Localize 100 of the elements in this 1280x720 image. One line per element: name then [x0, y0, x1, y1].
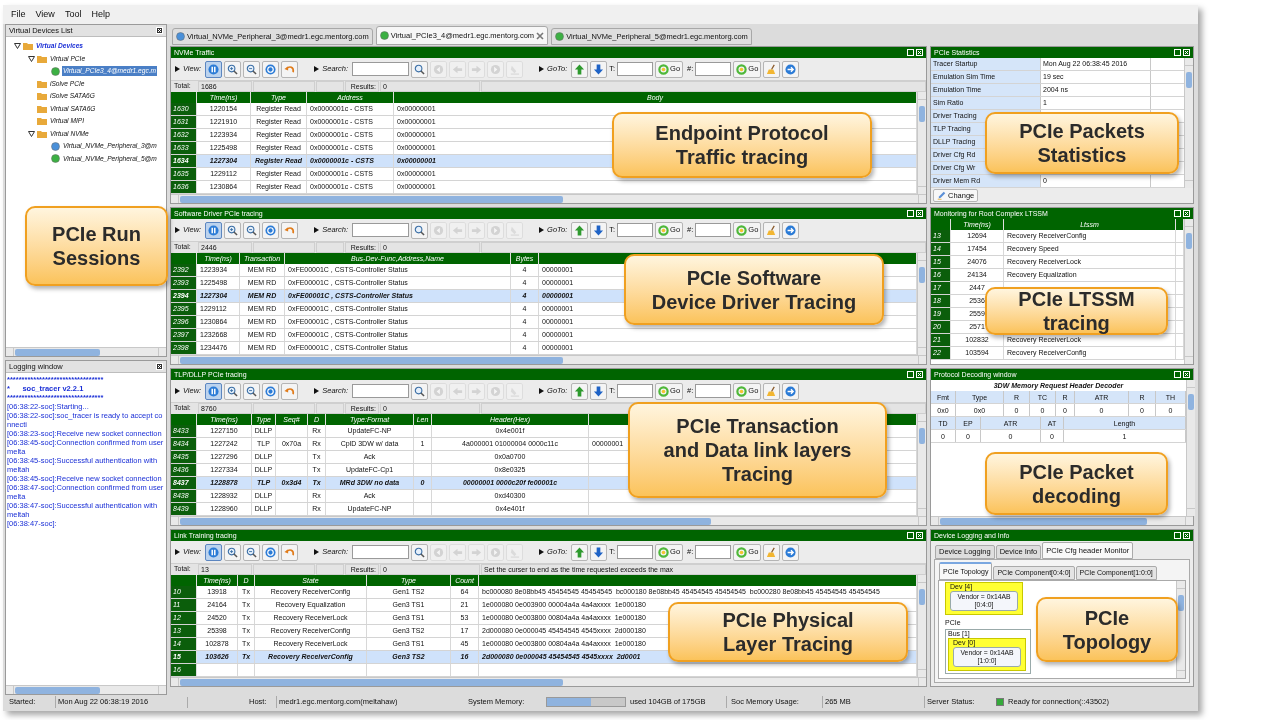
horizontal-scrollbar[interactable]	[171, 677, 926, 686]
menu-item[interactable]: Help	[91, 7, 110, 22]
down-button[interactable]	[590, 382, 608, 400]
vertical-scrollbar[interactable]	[1186, 380, 1195, 516]
number-field[interactable]	[695, 223, 732, 237]
refresh-button[interactable]	[262, 543, 280, 561]
search-field[interactable]	[352, 223, 410, 237]
vertical-scrollbar[interactable]	[917, 414, 926, 516]
menu-item[interactable]: View	[35, 7, 55, 22]
clear-button[interactable]	[763, 382, 781, 400]
arrow-up-icon	[574, 63, 586, 75]
search-field[interactable]	[352, 62, 410, 76]
down-button[interactable]	[590, 543, 608, 561]
search-button[interactable]	[411, 221, 429, 239]
zoom-in-button[interactable]	[224, 221, 242, 239]
go-icon	[736, 546, 748, 558]
zoom-out-button[interactable]	[243, 382, 261, 400]
search-field[interactable]	[352, 545, 410, 559]
vertical-scrollbar[interactable]	[917, 575, 926, 677]
clear-button[interactable]	[763, 60, 781, 78]
time-field[interactable]	[617, 223, 654, 237]
search-icon	[414, 385, 426, 397]
up-button[interactable]	[571, 543, 589, 561]
go-icon	[736, 224, 748, 236]
maximize-icon[interactable]	[1174, 49, 1181, 56]
callout-tooltip: PCIe Topology	[1036, 597, 1178, 662]
down-button[interactable]	[590, 60, 608, 78]
horizontal-scrollbar[interactable]	[6, 685, 166, 694]
vertical-scrollbar[interactable]	[917, 253, 926, 355]
pause-icon	[208, 385, 220, 397]
refresh-button[interactable]	[262, 221, 280, 239]
callout-tooltip: PCIe Physical Layer Tracing	[668, 602, 908, 662]
maximize-icon[interactable]	[907, 371, 914, 378]
callout-tooltip: PCIe Software Device Driver Tracing	[624, 254, 884, 325]
zoom-in-button[interactable]	[224, 543, 242, 561]
zoom-out-button[interactable]	[243, 60, 261, 78]
number-field[interactable]	[695, 62, 732, 76]
search-button[interactable]	[411, 382, 429, 400]
horizontal-scrollbar[interactable]	[6, 347, 166, 356]
expand-arrow-icon[interactable]	[28, 55, 35, 62]
horizontal-scrollbar[interactable]	[931, 516, 1193, 525]
triangle-icon	[314, 388, 320, 394]
refresh-button[interactable]	[262, 60, 280, 78]
undo-button[interactable]	[281, 543, 299, 561]
maximize-icon[interactable]	[907, 532, 914, 539]
zoom-out-icon	[246, 546, 258, 558]
arrow-left-icon	[452, 63, 464, 75]
zoom-in-icon	[227, 63, 239, 75]
up-button[interactable]	[571, 382, 589, 400]
down-button[interactable]	[590, 221, 608, 239]
maximize-icon[interactable]	[907, 49, 914, 56]
maximize-icon[interactable]	[1174, 371, 1181, 378]
undo-button[interactable]	[281, 221, 299, 239]
search-button[interactable]	[411, 60, 429, 78]
search-field[interactable]	[352, 384, 410, 398]
skip-back-icon	[433, 63, 445, 75]
pause-button[interactable]	[205, 60, 223, 78]
undo-button[interactable]	[281, 60, 299, 78]
refresh-button[interactable]	[262, 382, 280, 400]
search-button[interactable]	[411, 543, 429, 561]
triangle-icon	[539, 227, 545, 233]
zoom-out-button[interactable]	[243, 543, 261, 561]
triangle-icon	[539, 66, 545, 72]
time-field[interactable]	[617, 384, 654, 398]
skip-forward-icon	[490, 385, 502, 397]
next-button[interactable]	[782, 60, 800, 78]
arrow-down-icon	[593, 385, 605, 397]
pause-button[interactable]	[205, 543, 223, 561]
zoom-in-button[interactable]	[224, 60, 242, 78]
expand-arrow-icon[interactable]	[14, 43, 21, 50]
maximize-icon[interactable]	[1174, 532, 1181, 539]
next-button[interactable]	[782, 543, 800, 561]
up-button[interactable]	[571, 60, 589, 78]
horizontal-scrollbar[interactable]	[171, 194, 926, 203]
time-field[interactable]	[617, 545, 654, 559]
next-button[interactable]	[782, 382, 800, 400]
time-field[interactable]	[617, 62, 654, 76]
clear-button[interactable]	[763, 543, 781, 561]
clear-button[interactable]	[763, 221, 781, 239]
menu-item[interactable]: File	[11, 7, 26, 22]
callout-tooltip: PCIe Run Sessions	[25, 206, 168, 286]
pause-button[interactable]	[205, 221, 223, 239]
zoom-in-button[interactable]	[224, 382, 242, 400]
number-field[interactable]	[695, 384, 732, 398]
vertical-scrollbar[interactable]	[1184, 58, 1193, 188]
pause-button[interactable]	[205, 382, 223, 400]
vertical-scrollbar[interactable]	[917, 92, 926, 194]
up-button[interactable]	[571, 221, 589, 239]
maximize-icon[interactable]	[907, 210, 914, 217]
arrow-up-icon	[574, 224, 586, 236]
number-field[interactable]	[695, 545, 732, 559]
horizontal-scrollbar[interactable]	[171, 355, 926, 364]
next-button[interactable]	[782, 221, 800, 239]
maximize-icon[interactable]	[1174, 210, 1181, 217]
menu-item[interactable]: Tool	[64, 7, 82, 22]
expand-arrow-icon[interactable]	[28, 130, 35, 137]
undo-button[interactable]	[281, 382, 299, 400]
zoom-out-button[interactable]	[243, 221, 261, 239]
vertical-scrollbar[interactable]	[1184, 219, 1193, 364]
horizontal-scrollbar[interactable]	[171, 516, 926, 525]
